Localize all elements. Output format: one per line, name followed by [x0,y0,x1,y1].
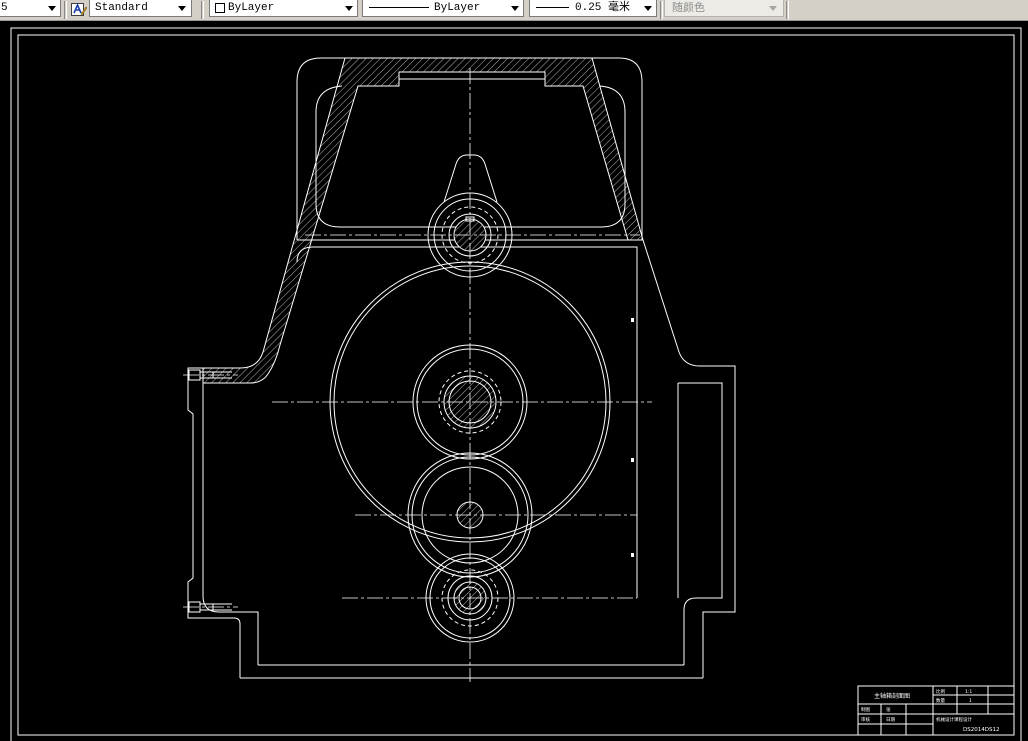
drawing-number: DS2014DS12 [963,727,999,733]
wall-marker [631,458,634,462]
hatched-housing-wall [202,57,644,384]
toolbar-separator [660,1,663,19]
row-value: 张 [886,706,891,713]
lineweight-control-dropdown[interactable]: 0.25 毫米 [529,0,657,17]
wall-marker [631,318,634,322]
outer-border [10,27,1022,741]
lower-housing-right-outer [642,239,736,678]
color-control-value: ByLayer [228,2,275,14]
title-block: 主轴箱剖面图 比例 1:1 数量 1 制图 张 审核 日期 机械设计课程设计 D… [857,685,1015,736]
lower-housing-right-inner [678,382,723,665]
toolbar-separator [786,1,789,19]
lineweight-control-value: 0.25 毫米 [575,2,631,14]
inner-border [17,34,1015,736]
row-value: 日期 [886,717,895,723]
lower-housing-left-outer [187,367,241,678]
dim-style-dropdown[interactable]: 5 [0,0,61,17]
lineweight-sample-line [536,7,569,8]
color-swatch [215,3,225,13]
drawing-title: 主轴箱剖面图 [874,692,910,700]
quantity-label: 数量 [936,697,945,704]
text-style-button[interactable] [70,1,88,18]
wall-marker [631,553,634,557]
color-control-dropdown[interactable]: ByLayer [209,0,358,17]
drawing-svg[interactable]: 主轴箱剖面图 比例 1:1 数量 1 制图 张 审核 日期 机械设计课程设计 D… [0,21,1028,741]
linetype-control-value: ByLayer [434,2,481,14]
lower-housing-left-inner [202,383,259,665]
linetype-sample-line [369,7,429,8]
pinion-boss-outline [443,154,498,203]
scale-label: 比例 [936,688,945,695]
text-style-value: Standard [95,2,148,14]
text-style-icon [71,3,88,16]
institution-name: 机械设计课程设计 [936,716,972,723]
chevron-down-icon[interactable] [507,3,523,15]
dim-style-value: 5 [1,2,8,14]
plot-style-value: 随颜色 [672,1,705,14]
toolbar-separator [64,1,67,19]
plot-style-dropdown[interactable]: 随颜色 [664,0,784,17]
properties-toolbar: 5 Standard ByLayer ByLayer 0.25 毫米 随颜色 [0,0,1028,21]
chevron-down-icon[interactable] [640,3,656,15]
scale-value: 1:1 [965,689,972,695]
cad-window: 5 Standard ByLayer ByLayer 0.25 毫米 随颜色 主… [0,0,1028,741]
chevron-down-icon[interactable] [341,3,357,15]
flange-bolt-lower [183,601,238,613]
row-label: 审核 [861,716,870,723]
drawing-frame [10,27,1022,741]
chevron-down-icon[interactable] [174,3,190,15]
row-label: 制图 [861,706,870,713]
toolbar-separator [201,1,204,19]
linetype-control-dropdown[interactable]: ByLayer [362,0,524,17]
model-space-canvas[interactable]: 主轴箱剖面图 比例 1:1 数量 1 制图 张 审核 日期 机械设计课程设计 D… [0,21,1028,741]
quantity-value: 1 [969,698,972,704]
text-style-dropdown[interactable]: Standard [89,0,192,17]
cover-inner-cavity [315,85,626,228]
flange-bolt-upper [183,369,238,381]
chevron-down-icon[interactable] [44,3,60,15]
chevron-down-icon[interactable] [765,3,781,15]
